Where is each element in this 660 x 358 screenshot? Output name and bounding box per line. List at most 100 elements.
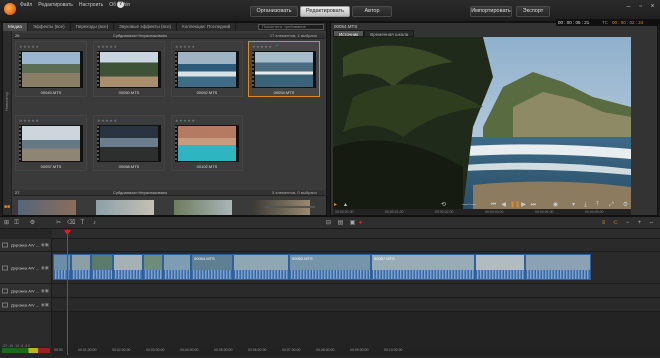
edit-button[interactable]: Редактировать (300, 6, 350, 17)
playhead[interactable] (67, 229, 68, 355)
track-row[interactable]: Дорожка А/V ... ◉▣ (0, 284, 660, 298)
timeline-clip[interactable]: 00057.MTS (371, 254, 475, 280)
settings-icon[interactable]: ⚙ (622, 202, 629, 209)
library-clip[interactable]: ★★★★★ 00058.MTS (93, 115, 165, 171)
tab-sound-effects[interactable]: Звуковые эффекты (все) (114, 23, 178, 31)
track-row[interactable]: Дорожка А/V ... ◉▣ (0, 239, 660, 252)
timeline-clip[interactable] (91, 254, 113, 280)
mark-out-icon[interactable]: ▴ (342, 202, 349, 209)
timeline-clip[interactable] (143, 254, 163, 280)
close-icon[interactable]: × (648, 3, 657, 11)
volume-icon[interactable]: ◉ (552, 202, 559, 209)
timeline-clip[interactable] (71, 254, 91, 280)
tool-marker-icon[interactable]: ▣ (349, 220, 356, 227)
author-button[interactable]: Автор (352, 6, 392, 17)
add-marker-icon[interactable]: ▾ (570, 202, 577, 209)
menu-file[interactable]: Файл (20, 2, 32, 8)
timecode-display[interactable]: 00 : 00 : 05 : 21 TC 00 : 00 : 02 : 24 (556, 19, 660, 26)
timeline-clip[interactable] (525, 254, 591, 280)
help-icon[interactable]: ? (117, 1, 124, 8)
step-back-icon[interactable]: ◀ (500, 202, 507, 209)
rating-stars[interactable]: ★★★★★ (19, 44, 39, 49)
track-name[interactable]: Дорожка А/V ... (11, 265, 39, 270)
empty-track-area[interactable] (0, 312, 660, 346)
tool-record-icon[interactable]: ● (357, 220, 364, 227)
fullscreen-icon[interactable]: ⤢ (608, 202, 615, 209)
group-header-1[interactable]: 26 Субдиапазон Нераспаковано 17 элементо… (13, 33, 325, 39)
clip-thumbnail[interactable] (18, 200, 76, 215)
zoom-slider[interactable] (265, 206, 315, 208)
tool-razor-icon[interactable]: ✂ (55, 220, 62, 227)
overwrite-icon[interactable]: ⤒ (594, 202, 601, 209)
shuttle-slider[interactable]: —◦— (454, 202, 484, 209)
library-clip[interactable]: ★★★★★ 00050.MTS (93, 41, 165, 97)
rating-stars[interactable]: ★★★★★ (97, 44, 117, 49)
track-row-main[interactable]: Дорожка А/V ... ◉▣ 00054.MTS 00052.MTS 0… (0, 252, 660, 284)
clip-thumbnail[interactable] (96, 200, 154, 215)
tool-lock-icon[interactable]: ⚿ (13, 220, 20, 227)
library-search-input[interactable]: Поиск/теги: требование (258, 24, 324, 30)
tab-source[interactable]: Источник (333, 30, 365, 37)
clip-thumbnail[interactable] (174, 200, 232, 215)
pause-icon[interactable]: ❚❚ (510, 202, 520, 209)
tool-audio-icon[interactable]: ♪ (91, 220, 98, 227)
rating-stars[interactable]: ★★★★★ (97, 118, 117, 123)
tab-collections[interactable]: Коллекции: Последний (177, 23, 237, 31)
skip-end-icon[interactable]: ⏭ (530, 202, 537, 209)
tab-media[interactable]: Медиа (3, 23, 28, 31)
insert-icon[interactable]: ⤓ (582, 202, 589, 209)
view-toggle-icon[interactable]: ■■ (4, 204, 18, 210)
tool-magnet-icon[interactable]: ⊂ (612, 220, 619, 227)
maximize-icon[interactable]: ▫ (636, 3, 645, 11)
track-buttons[interactable]: ◉▣ (41, 302, 49, 308)
library-clip-selected[interactable]: ★★★★★ ✓ 00054.MTS (248, 41, 320, 97)
timeline-clip[interactable] (53, 254, 71, 280)
track-buttons[interactable]: ◉▣ (41, 242, 49, 248)
library-sidebar[interactable]: Навигатор (3, 31, 12, 215)
minimize-icon[interactable]: – (624, 3, 633, 11)
tool-zoom-out-icon[interactable]: − (624, 220, 631, 227)
timeline-clip[interactable] (475, 254, 525, 280)
tool-settings-icon[interactable]: ⚙ (29, 220, 36, 227)
group-header-2[interactable]: 27 Субдиапазон Нераспаковано 5 элементов… (13, 190, 325, 196)
timeline-clip[interactable] (233, 254, 289, 280)
skip-start-icon[interactable]: ⏮ (490, 202, 497, 209)
menu-edit[interactable]: Редактировать (38, 2, 73, 8)
tool-ripple-icon[interactable]: ≡ (600, 220, 607, 227)
tool-group-icon[interactable]: ▤ (337, 220, 344, 227)
timeline-clip[interactable]: 00052.MTS (289, 254, 371, 280)
organize-button[interactable]: Организовать (250, 6, 298, 17)
step-forward-icon[interactable]: ▶ (520, 202, 527, 209)
track-row[interactable]: Дорожка А/V ... ◉▣ (0, 298, 660, 312)
tool-snap-icon[interactable]: ⊞ (3, 220, 10, 227)
rating-stars[interactable]: ★★★★★ (175, 118, 195, 123)
timeline-clip[interactable] (113, 254, 143, 280)
tab-transitions[interactable]: Переходы (все) (71, 23, 115, 31)
track-name[interactable]: Дорожка А/V ... (11, 302, 39, 307)
track-buttons[interactable]: ◉▣ (41, 265, 49, 271)
import-button[interactable]: Импортировать (470, 6, 512, 17)
mark-in-icon[interactable]: ▸ (332, 202, 339, 209)
library-clip[interactable]: ★★★★★ 00102.MTS (171, 115, 243, 171)
tool-trim-icon[interactable]: ⊟ (325, 220, 332, 227)
library-clip[interactable]: ★★★★★ 00057.MTS (15, 115, 87, 171)
tab-timeline[interactable]: Временная шкала (364, 30, 415, 37)
track-name[interactable]: Дорожка А/V ... (11, 288, 39, 293)
tool-zoom-in-icon[interactable]: + (636, 220, 643, 227)
rating-stars[interactable]: ★★★★★ (252, 44, 272, 49)
track-buttons[interactable]: ◉▣ (41, 288, 49, 294)
library-clip[interactable]: ★★★★★ 00049.MTS (15, 41, 87, 97)
rating-stars[interactable]: ★★★★★ (175, 44, 195, 49)
tool-fit-icon[interactable]: ⇔ (648, 220, 655, 227)
loop-icon[interactable]: ⟲ (440, 202, 447, 209)
library-clip[interactable]: ★★★★★ 00052.MTS (171, 41, 243, 97)
tab-effects[interactable]: Эффекты (все) (28, 23, 71, 31)
timeline-top-strip[interactable] (52, 229, 660, 239)
timeline-clip[interactable]: 00054.MTS (191, 254, 233, 280)
rating-stars[interactable]: ★★★★★ (19, 118, 39, 123)
export-button[interactable]: Экспорт (516, 6, 550, 17)
track-name[interactable]: Дорожка А/V ... (11, 243, 39, 248)
menu-setup[interactable]: Настроить (79, 2, 103, 8)
timeline-clip[interactable] (163, 254, 191, 280)
timeline-ruler[interactable]: 00:00 00:01:00:00 00:02:00:00 00:03:00:0… (52, 346, 660, 356)
